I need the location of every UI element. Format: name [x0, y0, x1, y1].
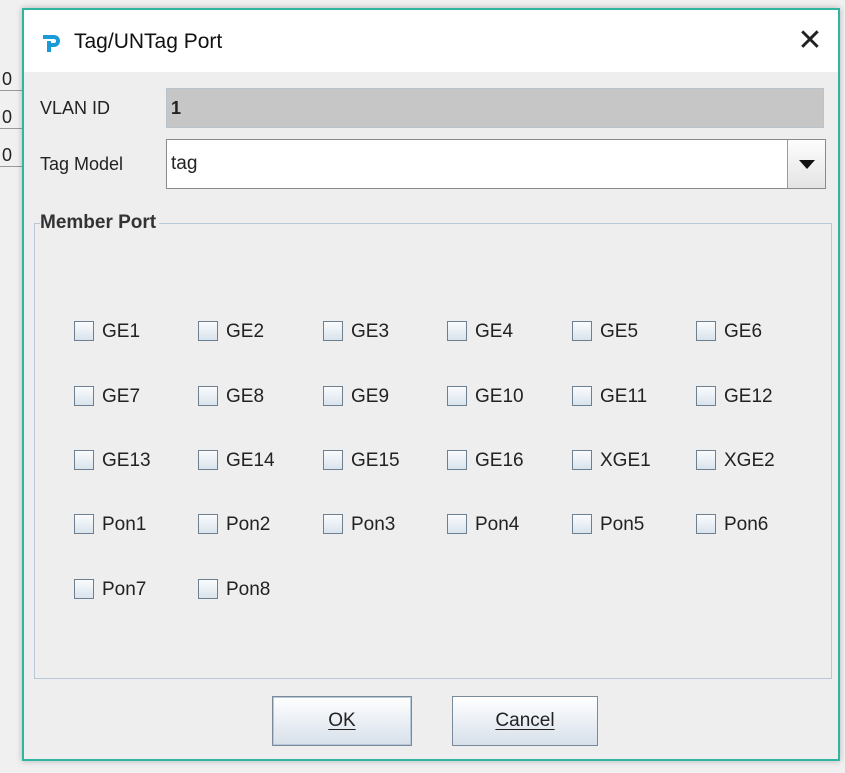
port-label: Pon4 [475, 514, 520, 535]
checkbox-square[interactable] [696, 450, 716, 470]
port-label: GE5 [600, 321, 639, 342]
port-label: GE7 [102, 386, 141, 407]
port-label: GE2 [226, 321, 265, 342]
checkbox-square[interactable] [447, 386, 467, 406]
checkbox-square[interactable] [198, 321, 218, 341]
port-label: Pon7 [102, 579, 147, 600]
port-label: GE1 [102, 321, 141, 342]
tp-link-logo-icon [43, 35, 60, 52]
checkbox-square[interactable] [572, 450, 592, 470]
port-label: Pon5 [600, 514, 645, 535]
title-bar[interactable]: Tag/UNTag Port ✕ [24, 10, 838, 72]
checkbox-square[interactable] [198, 579, 218, 599]
checkbox-square[interactable] [696, 514, 716, 534]
checkbox-square[interactable] [323, 450, 343, 470]
background-cell: 0 [0, 106, 24, 129]
checkbox-square[interactable] [323, 386, 343, 406]
ok-button[interactable]: OK [272, 696, 412, 746]
checkbox-square[interactable] [447, 450, 467, 470]
tag-model-value: tag [171, 153, 198, 174]
cancel-button[interactable]: Cancel [452, 696, 598, 746]
checkbox-square[interactable] [447, 321, 467, 341]
checkbox-square[interactable] [696, 386, 716, 406]
port-label: GE12 [724, 386, 773, 407]
port-label: GE6 [724, 321, 763, 342]
port-label: GE16 [475, 450, 524, 471]
checkbox-square[interactable] [74, 321, 94, 341]
vlan-id-field: 1 [166, 88, 824, 128]
port-label: GE11 [600, 386, 648, 407]
checkbox-square[interactable] [74, 579, 94, 599]
chevron-down-icon[interactable] [787, 140, 825, 188]
port-label: GE14 [226, 450, 275, 471]
port-label: Pon8 [226, 579, 271, 600]
checkbox-square[interactable] [74, 450, 94, 470]
checkbox-square[interactable] [572, 321, 592, 341]
checkbox-square[interactable] [74, 386, 94, 406]
checkbox-square[interactable] [572, 386, 592, 406]
background-cell: 0 [0, 68, 24, 91]
checkbox-square[interactable] [323, 321, 343, 341]
port-label: XGE1 [600, 450, 651, 471]
vlan-id-label: VLAN ID [40, 98, 111, 118]
checkbox-square[interactable] [572, 514, 592, 534]
background-cell: 0 [0, 144, 24, 167]
port-label: Pon3 [351, 514, 396, 535]
port-label: Pon1 [102, 514, 147, 535]
checkbox-square[interactable] [198, 514, 218, 534]
port-label: XGE2 [724, 450, 775, 471]
port-label: Pon6 [724, 514, 769, 535]
port-label: GE8 [226, 386, 265, 407]
dialog-title: Tag/UNTag Port [74, 30, 223, 53]
port-label: GE3 [351, 321, 390, 342]
tag-model-label: Tag Model [40, 154, 124, 174]
checkbox-square[interactable] [198, 386, 218, 406]
tag-untag-port-dialog: Tag/UNTag Port ✕ VLAN ID 1 Tag Model tag… [22, 8, 840, 761]
checkbox-square[interactable] [323, 514, 343, 534]
port-label: GE4 [475, 321, 514, 342]
port-label: GE13 [102, 450, 151, 471]
checkbox-square[interactable] [198, 450, 218, 470]
checkbox-square[interactable] [74, 514, 94, 534]
port-label: GE9 [351, 386, 390, 407]
port-label: Pon2 [226, 514, 271, 535]
checkbox-square[interactable] [447, 514, 467, 534]
tag-model-dropdown[interactable]: tag [166, 139, 826, 189]
member-port-title: Member Port [40, 211, 160, 235]
checkbox-square[interactable] [696, 321, 716, 341]
port-label: GE10 [475, 386, 524, 407]
close-button[interactable]: ✕ [792, 24, 828, 58]
port-label: GE15 [351, 450, 400, 471]
